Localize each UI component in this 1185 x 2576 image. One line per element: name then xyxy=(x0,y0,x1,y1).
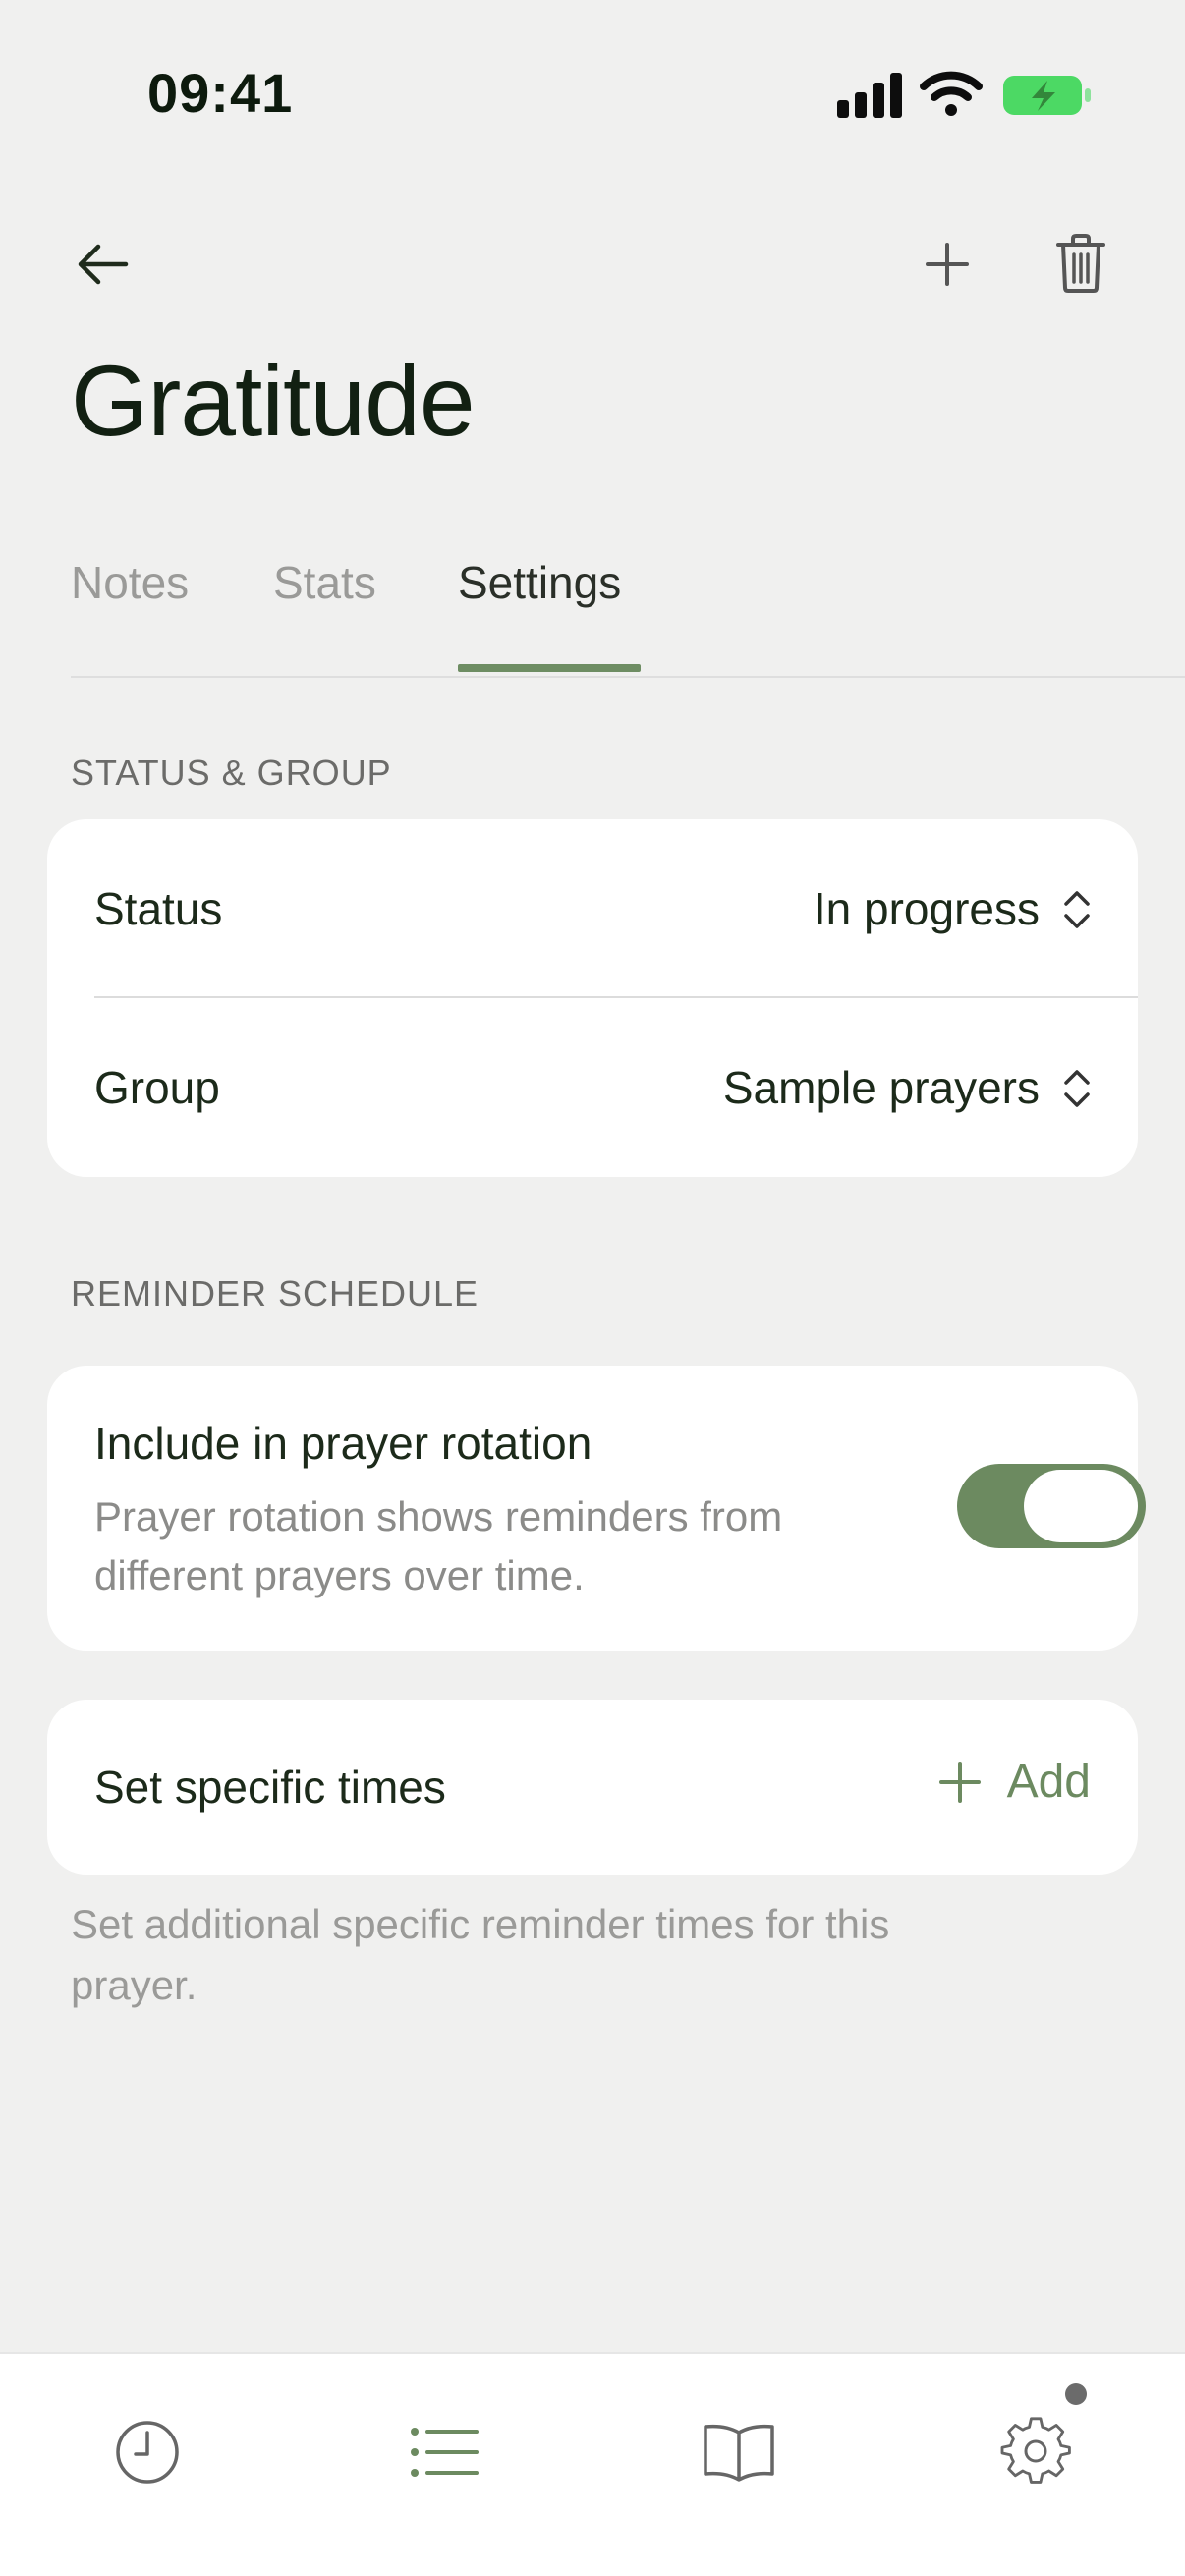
chevron-up-down-icon xyxy=(1064,1070,1090,1107)
screen: 09:41 Gratitude Notes Stats Settings STA… xyxy=(0,0,1185,2576)
plus-icon xyxy=(938,1761,981,1803)
section-label-status-group: STATUS & GROUP xyxy=(71,753,392,793)
tab-notes[interactable]: Notes xyxy=(71,556,189,609)
battery-charging-icon xyxy=(1003,76,1091,115)
add-button[interactable] xyxy=(910,230,985,299)
group-row[interactable]: Group Sample prayers xyxy=(47,998,1138,1177)
nav-prayer-list[interactable] xyxy=(397,2405,491,2499)
back-button[interactable] xyxy=(65,230,140,299)
rotation-toggle[interactable] xyxy=(957,1464,1146,1548)
plus-icon xyxy=(926,243,969,286)
specific-times-helper: Set additional specific reminder times f… xyxy=(71,1901,890,2008)
nav-history[interactable] xyxy=(100,2405,195,2499)
tabs-divider xyxy=(71,676,1185,678)
add-time-label: Add xyxy=(1006,1756,1091,1808)
rotation-title: Include in prayer rotation xyxy=(94,1418,592,1469)
gear-icon xyxy=(1000,2417,1071,2484)
wifi-icon xyxy=(920,71,983,116)
clock-icon xyxy=(116,2421,179,2484)
bottom-navigation xyxy=(0,2352,1185,2576)
nav-journal[interactable] xyxy=(692,2405,786,2499)
toggle-knob xyxy=(1024,1470,1138,1542)
status-label: Status xyxy=(94,883,223,934)
status-value: In progress xyxy=(813,883,1040,934)
group-label: Group xyxy=(94,1062,220,1113)
page-title: Gratitude xyxy=(71,345,476,457)
specific-times-label: Set specific times xyxy=(94,1762,446,1813)
list-icon xyxy=(411,2428,479,2477)
nav-settings[interactable] xyxy=(988,2405,1083,2499)
group-value: Sample prayers xyxy=(722,1062,1040,1113)
rotation-description: Prayer rotation shows reminders from dif… xyxy=(94,1493,783,1598)
cellular-signal-icon xyxy=(837,73,902,118)
tab-bar: Notes Stats Settings xyxy=(71,556,1185,674)
tab-settings[interactable]: Settings xyxy=(458,556,621,609)
notification-dot xyxy=(1065,2383,1087,2405)
book-icon xyxy=(704,2424,774,2482)
section-label-reminder-schedule: REMINDER SCHEDULE xyxy=(71,1273,480,1314)
active-tab-indicator xyxy=(458,664,641,672)
tab-stats[interactable]: Stats xyxy=(273,556,376,609)
status-group-card: Status In progress Group Sample prayers xyxy=(47,819,1138,1177)
arrow-left-icon xyxy=(78,244,129,285)
prayer-rotation-card: Include in prayer rotation Prayer rotati… xyxy=(47,1366,1146,1651)
add-time-button[interactable]: Add xyxy=(938,1755,1091,1809)
delete-button[interactable] xyxy=(1044,222,1118,305)
status-row[interactable]: Status In progress xyxy=(47,819,1138,998)
trash-icon xyxy=(1056,234,1105,293)
chevron-up-down-icon xyxy=(1064,891,1090,928)
specific-times-card: Set specific times Add xyxy=(47,1700,1138,1875)
status-bar: 09:41 xyxy=(0,0,1185,187)
status-time: 09:41 xyxy=(147,62,294,124)
